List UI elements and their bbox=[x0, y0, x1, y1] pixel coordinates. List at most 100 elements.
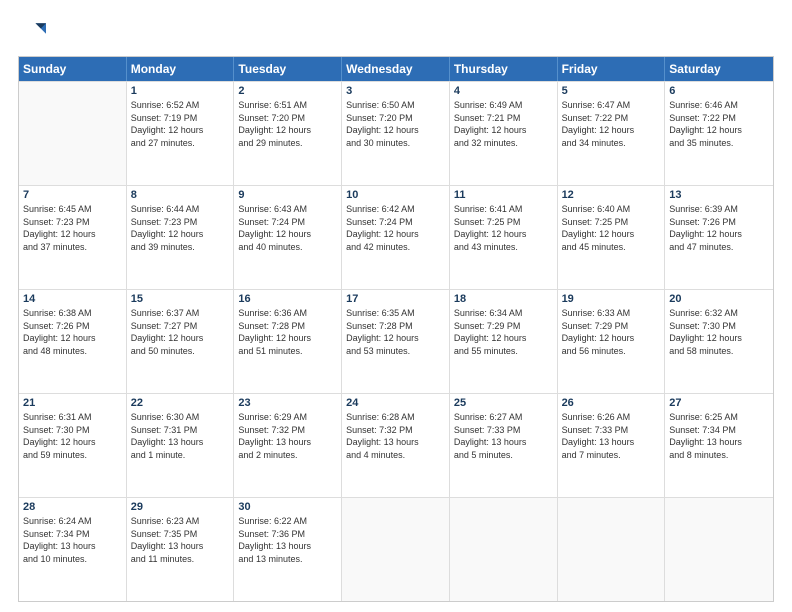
cell-info: Sunset: 7:29 PM bbox=[562, 320, 661, 333]
cell-info: Sunset: 7:23 PM bbox=[131, 216, 230, 229]
cell-info: Sunset: 7:25 PM bbox=[454, 216, 553, 229]
day-number: 8 bbox=[131, 189, 230, 201]
cell-info: and 8 minutes. bbox=[669, 449, 769, 462]
cell-info: Sunrise: 6:42 AM bbox=[346, 203, 445, 216]
cell-info: and 27 minutes. bbox=[131, 137, 230, 150]
day-number: 30 bbox=[238, 501, 337, 513]
cell-info: Sunset: 7:24 PM bbox=[238, 216, 337, 229]
cell-info: Sunset: 7:32 PM bbox=[238, 424, 337, 437]
day-11: 11Sunrise: 6:41 AMSunset: 7:25 PMDayligh… bbox=[450, 186, 558, 289]
cell-info: Sunset: 7:33 PM bbox=[562, 424, 661, 437]
cell-info: Sunset: 7:20 PM bbox=[346, 112, 445, 125]
day-3: 3Sunrise: 6:50 AMSunset: 7:20 PMDaylight… bbox=[342, 82, 450, 185]
cell-info: Sunset: 7:36 PM bbox=[238, 528, 337, 541]
cell-info: Sunrise: 6:36 AM bbox=[238, 307, 337, 320]
cell-info: Daylight: 12 hours bbox=[238, 228, 337, 241]
day-number: 19 bbox=[562, 293, 661, 305]
day-number: 3 bbox=[346, 85, 445, 97]
cell-info: and 45 minutes. bbox=[562, 241, 661, 254]
cell-info: and 47 minutes. bbox=[669, 241, 769, 254]
cell-info: and 50 minutes. bbox=[131, 345, 230, 358]
empty-cell bbox=[19, 82, 127, 185]
cell-info: and 30 minutes. bbox=[346, 137, 445, 150]
cell-info: and 59 minutes. bbox=[23, 449, 122, 462]
day-number: 22 bbox=[131, 397, 230, 409]
cell-info: and 58 minutes. bbox=[669, 345, 769, 358]
day-number: 15 bbox=[131, 293, 230, 305]
day-18: 18 Sunrise: 6:34 AMSunset: 7:29 PMDayligh… bbox=[450, 290, 558, 393]
day-20: 20Sunrise: 6:32 AMSunset: 7:30 PMDayligh… bbox=[665, 290, 773, 393]
day-15: 15Sunrise: 6:37 AMSunset: 7:27 PMDayligh… bbox=[127, 290, 235, 393]
day-25: 25Sunrise: 6:27 AMSunset: 7:33 PMDayligh… bbox=[450, 394, 558, 497]
cell-info: Sunset: 7:31 PM bbox=[131, 424, 230, 437]
day-number: 20 bbox=[669, 293, 769, 305]
cell-info: Daylight: 12 hours bbox=[131, 124, 230, 137]
cell-info: Sunrise: 6:24 AM bbox=[23, 515, 122, 528]
cell-info: Sunrise: 6:49 AM bbox=[454, 99, 553, 112]
day-12: 12Sunrise: 6:40 AMSunset: 7:25 PMDayligh… bbox=[558, 186, 666, 289]
day-number: 7 bbox=[23, 189, 122, 201]
cell-info: and 43 minutes. bbox=[454, 241, 553, 254]
day-5: 5Sunrise: 6:47 AMSunset: 7:22 PMDaylight… bbox=[558, 82, 666, 185]
cell-info: Daylight: 13 hours bbox=[669, 436, 769, 449]
cell-info: Sunset: 7:29 PM bbox=[454, 320, 553, 333]
cell-info: Daylight: 12 hours bbox=[669, 124, 769, 137]
day-17: 17Sunrise: 6:35 AMSunset: 7:28 PMDayligh… bbox=[342, 290, 450, 393]
cell-info: Daylight: 12 hours bbox=[562, 124, 661, 137]
cell-info: Sunrise: 6:31 AM bbox=[23, 411, 122, 424]
cell-info: Daylight: 12 hours bbox=[23, 332, 122, 345]
cell-info: Daylight: 12 hours bbox=[454, 332, 553, 345]
cell-info: Daylight: 12 hours bbox=[23, 228, 122, 241]
cell-info: Sunset: 7:20 PM bbox=[238, 112, 337, 125]
day-header-saturday: Saturday bbox=[665, 57, 773, 81]
day-19: 19Sunrise: 6:33 AMSunset: 7:29 PMDayligh… bbox=[558, 290, 666, 393]
day-number: 18 bbox=[454, 293, 553, 305]
cell-info: Sunset: 7:24 PM bbox=[346, 216, 445, 229]
cell-info: Sunrise: 6:29 AM bbox=[238, 411, 337, 424]
cell-info: Sunset: 7:34 PM bbox=[669, 424, 769, 437]
cell-info: and 48 minutes. bbox=[23, 345, 122, 358]
cell-info: Sunrise: 6:51 AM bbox=[238, 99, 337, 112]
cell-info: Daylight: 13 hours bbox=[131, 436, 230, 449]
cell-info: and 53 minutes. bbox=[346, 345, 445, 358]
empty-cell bbox=[342, 498, 450, 601]
cell-info: Daylight: 12 hours bbox=[238, 124, 337, 137]
cell-info: Sunrise: 6:25 AM bbox=[669, 411, 769, 424]
cell-info: and 13 minutes. bbox=[238, 553, 337, 566]
cell-info: and 40 minutes. bbox=[238, 241, 337, 254]
cell-info: Sunset: 7:26 PM bbox=[23, 320, 122, 333]
day-7: 7Sunrise: 6:45 AMSunset: 7:23 PMDaylight… bbox=[19, 186, 127, 289]
cell-info: Sunrise: 6:38 AM bbox=[23, 307, 122, 320]
cell-info: Sunrise: 6:33 AM bbox=[562, 307, 661, 320]
day-4: 4Sunrise: 6:49 AMSunset: 7:21 PMDaylight… bbox=[450, 82, 558, 185]
cell-info: Sunrise: 6:41 AM bbox=[454, 203, 553, 216]
cell-info: Sunset: 7:23 PM bbox=[23, 216, 122, 229]
day-14: 14Sunrise: 6:38 AMSunset: 7:26 PMDayligh… bbox=[19, 290, 127, 393]
day-number: 17 bbox=[346, 293, 445, 305]
cell-info: Sunset: 7:21 PM bbox=[454, 112, 553, 125]
cell-info: and 2 minutes. bbox=[238, 449, 337, 462]
cell-info: Sunrise: 6:34 AM bbox=[454, 307, 553, 320]
cell-info: Sunrise: 6:44 AM bbox=[131, 203, 230, 216]
cell-info: Sunrise: 6:35 AM bbox=[346, 307, 445, 320]
page-header bbox=[18, 18, 774, 46]
cell-info: Daylight: 13 hours bbox=[346, 436, 445, 449]
cell-info: Sunset: 7:30 PM bbox=[23, 424, 122, 437]
day-24: 24Sunrise: 6:28 AMSunset: 7:32 PMDayligh… bbox=[342, 394, 450, 497]
cell-info: and 55 minutes. bbox=[454, 345, 553, 358]
day-number: 10 bbox=[346, 189, 445, 201]
day-number: 27 bbox=[669, 397, 769, 409]
day-26: 26Sunrise: 6:26 AMSunset: 7:33 PMDayligh… bbox=[558, 394, 666, 497]
cell-info: Daylight: 13 hours bbox=[454, 436, 553, 449]
cell-info: Daylight: 12 hours bbox=[346, 332, 445, 345]
cell-info: Sunrise: 6:39 AM bbox=[669, 203, 769, 216]
cell-info: Sunset: 7:26 PM bbox=[669, 216, 769, 229]
day-number: 1 bbox=[131, 85, 230, 97]
cell-info: Daylight: 13 hours bbox=[131, 540, 230, 553]
cell-info: Sunrise: 6:22 AM bbox=[238, 515, 337, 528]
empty-cell bbox=[558, 498, 666, 601]
calendar-page: SundayMondayTuesdayWednesdayThursdayFrid… bbox=[0, 0, 792, 612]
cell-info: Daylight: 12 hours bbox=[454, 124, 553, 137]
day-1: 1Sunrise: 6:52 AMSunset: 7:19 PMDaylight… bbox=[127, 82, 235, 185]
cell-info: Sunrise: 6:40 AM bbox=[562, 203, 661, 216]
